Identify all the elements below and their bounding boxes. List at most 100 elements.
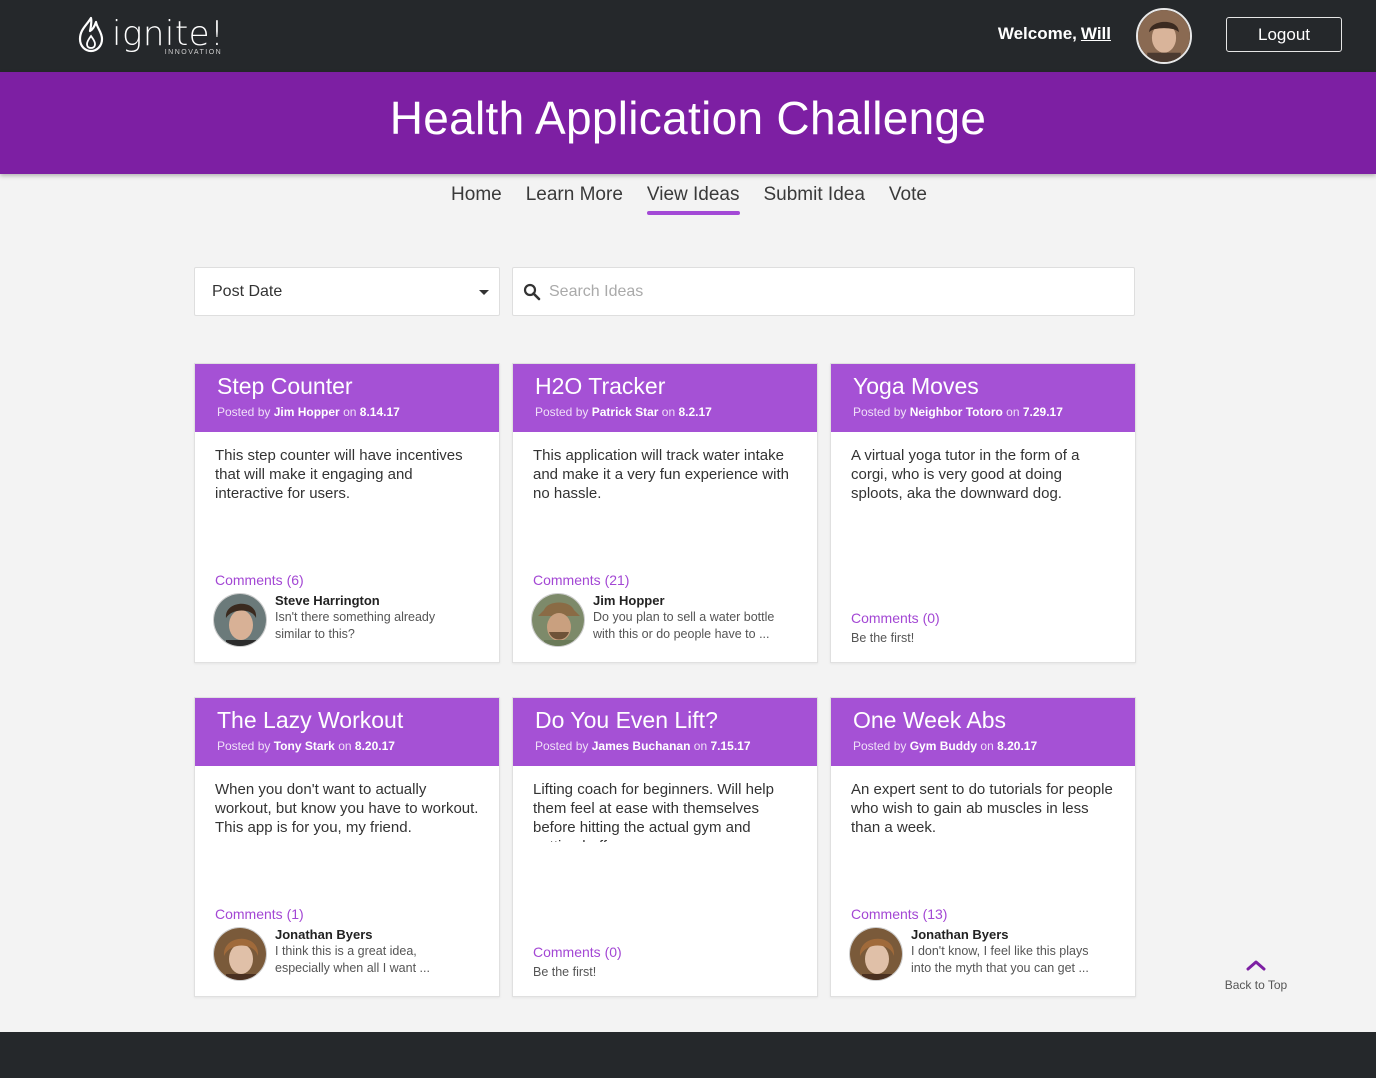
idea-description: This step counter will have incentives t…	[215, 447, 463, 502]
user-avatar[interactable]	[1136, 8, 1192, 64]
top-bar: ignite! INNOVATION Welcome, Will Logout	[0, 0, 1376, 72]
commenter-name: Jim Hopper	[593, 593, 665, 608]
back-to-top-button[interactable]: Back to Top	[1222, 958, 1290, 992]
idea-title[interactable]: One Week Abs	[853, 706, 1135, 734]
comments-link[interactable]: Comments (0)	[533, 944, 622, 960]
caret-down-icon	[479, 290, 489, 295]
idea-date: 8.2.17	[678, 405, 712, 419]
chevron-up-icon	[1246, 960, 1266, 971]
idea-meta: Posted by Tony Stark on 8.20.17	[217, 739, 499, 753]
nav-view-ideas[interactable]: View Ideas	[646, 184, 740, 215]
back-to-top-label: Back to Top	[1224, 978, 1288, 992]
idea-meta: Posted by James Buchanan on 7.15.17	[535, 739, 817, 753]
on-label: on	[661, 405, 676, 419]
idea-description: Lifting coach for beginners. Will help t…	[533, 781, 774, 842]
idea-title[interactable]: Yoga Moves	[853, 372, 1135, 400]
idea-card[interactable]: Step Counter Posted by Jim Hopper on 8.1…	[194, 363, 500, 663]
page-title: Health Application Challenge	[389, 92, 987, 144]
idea-description: An expert sent to do tutorials for peopl…	[851, 781, 1113, 836]
idea-title[interactable]: The Lazy Workout	[217, 706, 499, 734]
idea-description: A virtual yoga tutor in the form of a co…	[851, 447, 1080, 502]
logo-text: ignite!	[112, 14, 225, 54]
search-icon	[523, 283, 541, 300]
idea-meta: Posted by Patrick Star on 8.2.17	[535, 405, 817, 419]
commenter-name: Jonathan Byers	[275, 927, 373, 942]
sort-select-value: Post Date	[212, 282, 283, 300]
idea-title[interactable]: Step Counter	[217, 372, 499, 400]
idea-card[interactable]: The Lazy Workout Posted by Tony Stark on…	[194, 697, 500, 997]
main-nav: Home Learn More View Ideas Submit Idea V…	[0, 184, 1376, 215]
latest-comment: Steve Harrington Isn't there something a…	[213, 593, 465, 647]
idea-date: 7.29.17	[1022, 405, 1063, 419]
flame-icon	[78, 16, 104, 53]
welcome-label: Welcome,	[997, 24, 1077, 43]
idea-description: When you don't want to actually workout,…	[215, 781, 479, 836]
comment-text: I think this is a great idea, especially…	[275, 944, 430, 975]
search-box	[512, 267, 1135, 316]
on-label: on	[1006, 405, 1020, 419]
latest-comment: Jonathan Byers I don't know, I feel like…	[849, 927, 1101, 981]
card-header: Do You Even Lift? Posted by James Buchan…	[513, 698, 817, 766]
idea-author: Jim Hopper	[273, 405, 340, 419]
idea-meta: Posted by Gym Buddy on 8.20.17	[853, 739, 1135, 753]
posted-by-label: Posted by	[535, 405, 589, 419]
comment-text: Isn't there something already similar to…	[275, 610, 436, 641]
idea-meta: Posted by Neighbor Totoro on 7.29.17	[853, 405, 1135, 419]
commenter-avatar	[213, 927, 267, 981]
nav-home[interactable]: Home	[451, 184, 502, 212]
comment-text: Do you plan to sell a water bottle with …	[593, 610, 775, 641]
commenter-avatar	[213, 593, 267, 647]
card-header: One Week Abs Posted by Gym Buddy on 8.20…	[831, 698, 1135, 766]
on-label: on	[980, 739, 994, 753]
sort-select[interactable]: Post Date	[194, 267, 500, 316]
comment-text: I don't know, I feel like this plays int…	[911, 944, 1089, 975]
idea-date: 8.14.17	[359, 405, 400, 419]
comments-link[interactable]: Comments (0)	[851, 610, 940, 626]
posted-by-label: Posted by	[535, 739, 589, 753]
idea-card[interactable]: Do You Even Lift? Posted by James Buchan…	[512, 697, 818, 997]
search-input[interactable]	[549, 282, 1109, 301]
on-label: on	[343, 405, 357, 419]
posted-by-label: Posted by	[853, 405, 907, 419]
idea-card[interactable]: Yoga Moves Posted by Neighbor Totoro on …	[830, 363, 1136, 663]
logo[interactable]: ignite! INNOVATION	[76, 14, 225, 56]
idea-date: 7.15.17	[710, 739, 751, 753]
idea-card[interactable]: H2O Tracker Posted by Patrick Star on 8.…	[512, 363, 818, 663]
comments-link[interactable]: Comments (13)	[851, 906, 947, 922]
user-name-link[interactable]: Will	[1081, 24, 1111, 43]
commenter-name: Steve Harrington	[275, 593, 380, 608]
comments-link[interactable]: Comments (6)	[215, 572, 304, 588]
nav-learn-more[interactable]: Learn More	[526, 184, 623, 212]
idea-title[interactable]: Do You Even Lift?	[535, 706, 817, 734]
idea-author: Neighbor Totoro	[909, 405, 1003, 419]
nav-submit-idea[interactable]: Submit Idea	[764, 184, 865, 212]
card-header: The Lazy Workout Posted by Tony Stark on…	[195, 698, 499, 766]
latest-comment: Jonathan Byers I think this is a great i…	[213, 927, 465, 981]
logout-button[interactable]: Logout	[1226, 17, 1342, 52]
idea-author: James Buchanan	[591, 739, 691, 753]
challenge-banner: Health Application Challenge	[0, 72, 1376, 174]
card-header: Yoga Moves Posted by Neighbor Totoro on …	[831, 364, 1135, 432]
comments-link[interactable]: Comments (21)	[533, 572, 629, 588]
empty-comments-text: Be the first!	[851, 631, 915, 645]
welcome-message: Welcome, Will	[998, 24, 1111, 44]
footer	[0, 1032, 1376, 1078]
posted-by-label: Posted by	[217, 739, 271, 753]
nav-vote[interactable]: Vote	[889, 184, 927, 212]
idea-author: Gym Buddy	[909, 739, 978, 753]
logo-subtext: INNOVATION	[164, 49, 223, 56]
on-label: on	[693, 739, 708, 753]
card-header: Step Counter Posted by Jim Hopper on 8.1…	[195, 364, 499, 432]
latest-comment: Jim Hopper Do you plan to sell a water b…	[531, 593, 783, 647]
commenter-name: Jonathan Byers	[911, 927, 1009, 942]
commenter-avatar	[849, 927, 903, 981]
idea-author: Tony Stark	[273, 739, 335, 753]
posted-by-label: Posted by	[217, 405, 271, 419]
idea-title[interactable]: H2O Tracker	[535, 372, 817, 400]
on-label: on	[338, 739, 352, 753]
idea-card[interactable]: One Week Abs Posted by Gym Buddy on 8.20…	[830, 697, 1136, 997]
idea-date: 8.20.17	[997, 739, 1038, 753]
idea-description: This application will track water intake…	[533, 447, 789, 502]
comments-link[interactable]: Comments (1)	[215, 906, 304, 922]
idea-date: 8.20.17	[354, 739, 395, 753]
